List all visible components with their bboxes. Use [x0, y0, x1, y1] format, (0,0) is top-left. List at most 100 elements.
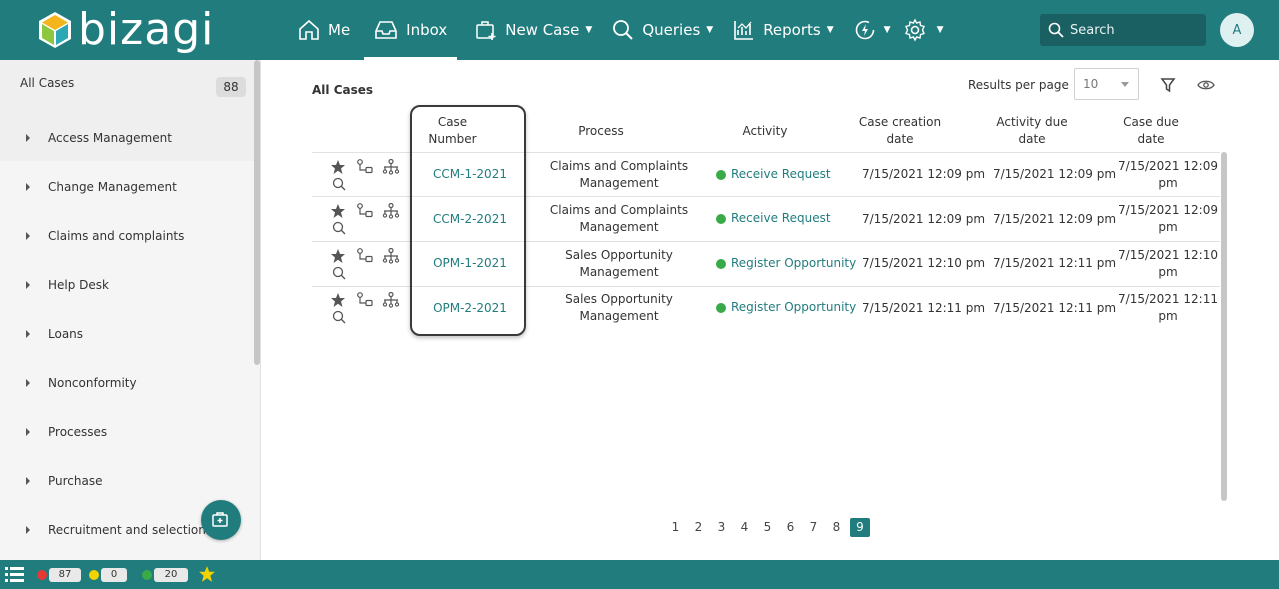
search-icon[interactable]	[332, 221, 346, 235]
page-link[interactable]: 7	[802, 518, 825, 537]
creation-date-cell: 7/15/2021 12:11 pm	[862, 301, 986, 315]
new-case-icon	[476, 21, 496, 40]
status-dot	[716, 213, 726, 224]
activity-label: Receive Request	[731, 167, 831, 181]
workflow-icon[interactable]	[356, 248, 374, 264]
sidebar-item-label: Help Desk	[48, 277, 109, 292]
case-due-cell: 7/15/2021 12:10 pm	[1118, 247, 1218, 281]
nav-reports[interactable]: Reports ▼	[723, 0, 843, 60]
search-icon[interactable]	[332, 310, 346, 324]
search-box[interactable]	[1040, 14, 1206, 46]
caret-right-icon	[26, 133, 30, 142]
chart-icon	[734, 21, 754, 40]
creation-date-cell: 7/15/2021 12:09 pm	[862, 167, 986, 181]
status-dot	[716, 302, 726, 313]
table-scrollbar[interactable]	[1221, 152, 1227, 501]
sidebar-item-access-management[interactable]: Access Management	[0, 113, 254, 162]
nav-activity[interactable]: ▼	[844, 0, 901, 60]
process-map-icon[interactable]	[382, 248, 400, 264]
workflow-icon[interactable]	[356, 159, 374, 175]
nav-me[interactable]: Me	[288, 0, 360, 60]
sidebar-item-nonconformity[interactable]: Nonconformity	[0, 358, 254, 407]
creation-date-cell: 7/15/2021 12:10 pm	[862, 256, 986, 270]
sidebar-scrollbar[interactable]	[254, 60, 260, 365]
row-actions	[330, 292, 410, 328]
status-dot	[716, 169, 726, 180]
logo[interactable]: bizagi	[38, 6, 214, 54]
nav-reports-label: Reports	[763, 21, 821, 39]
sidebar-item-processes[interactable]: Processes	[0, 407, 254, 456]
star-icon[interactable]	[330, 159, 346, 175]
activity-link[interactable]: Register Opportunity	[716, 299, 856, 316]
workflow-icon[interactable]	[356, 292, 374, 308]
sidebar-item-claims-and-complaints[interactable]: Claims and complaints	[0, 211, 254, 260]
star-icon[interactable]	[330, 248, 346, 264]
results-per-page-select[interactable]: 10	[1074, 68, 1139, 100]
eye-icon[interactable]	[1197, 78, 1215, 92]
sidebar-item-purchase[interactable]: Purchase	[0, 456, 254, 505]
sidebar-item-loans[interactable]: Loans	[0, 309, 254, 358]
column-header-activity[interactable]: Activity	[725, 123, 805, 140]
page-link[interactable]: 3	[710, 518, 733, 537]
sidebar-item-help-desk[interactable]: Help Desk	[0, 260, 254, 309]
page-link[interactable]: 4	[733, 518, 756, 537]
column-header-activity-due-date[interactable]: Activity due date	[987, 114, 1077, 148]
case-due-cell: 7/15/2021 12:09 pm	[1118, 158, 1218, 192]
process-line: Claims and Complaints	[549, 203, 689, 217]
search-icon[interactable]	[332, 177, 346, 191]
new-case-fab[interactable]	[201, 500, 241, 540]
search-icon[interactable]	[332, 266, 346, 280]
process-line: Sales Opportunity	[565, 248, 673, 262]
page-link[interactable]: 1	[664, 518, 687, 537]
list-menu-icon[interactable]	[5, 566, 25, 584]
page-link[interactable]: 8	[825, 518, 848, 537]
activity-link[interactable]: Receive Request	[716, 210, 831, 227]
filter-icon[interactable]	[1160, 77, 1176, 93]
activity-label: Register Opportunity	[731, 300, 857, 314]
process-map-icon[interactable]	[382, 159, 400, 175]
process-line: Management	[579, 176, 659, 190]
caret-right-icon	[26, 329, 30, 338]
nav-inbox[interactable]: Inbox	[364, 0, 458, 60]
due-soon-badge[interactable]: 0	[89, 567, 127, 582]
sidebar-item-label: Change Management	[48, 179, 177, 194]
process-cell: Claims and Complaints Management	[540, 202, 698, 236]
star-icon[interactable]	[330, 203, 346, 219]
activity-link[interactable]: Register Opportunity	[716, 255, 856, 272]
activity-link[interactable]: Receive Request	[716, 166, 831, 183]
case-number-highlight-box	[410, 105, 526, 336]
row-actions	[330, 159, 410, 195]
page-link[interactable]: 5	[756, 518, 779, 537]
column-header-process[interactable]: Process	[560, 123, 642, 140]
green-status-dot	[142, 569, 152, 580]
page-link[interactable]: 2	[687, 518, 710, 537]
star-icon[interactable]	[330, 292, 346, 308]
overdue-badge[interactable]: 87	[37, 567, 81, 582]
case-due-line: pm	[1158, 220, 1178, 234]
home-icon	[299, 19, 319, 40]
caret-right-icon	[26, 476, 30, 485]
column-header-case-due-date[interactable]: Case due date	[1110, 114, 1192, 148]
page-link[interactable]: 6	[779, 518, 802, 537]
page-link-current[interactable]: 9	[850, 518, 870, 537]
nav-me-label: Me	[328, 21, 351, 39]
logo-cube-icon	[39, 12, 71, 48]
on-time-count: 20	[154, 567, 188, 582]
avatar[interactable]: A	[1220, 13, 1254, 47]
nav-new-case-label: New Case	[505, 21, 580, 39]
sidebar-item-change-management[interactable]: Change Management	[0, 162, 254, 211]
red-status-dot	[37, 569, 47, 580]
nav-new-case[interactable]: New Case ▼	[465, 0, 602, 60]
on-time-badge[interactable]: 20	[142, 567, 188, 582]
chevron-down-icon: ▼	[883, 25, 891, 35]
workflow-icon[interactable]	[356, 203, 374, 219]
star-icon[interactable]	[198, 565, 216, 583]
overdue-count: 87	[49, 567, 81, 582]
nav-queries[interactable]: Queries ▼	[602, 0, 723, 60]
search-input[interactable]	[1070, 22, 1190, 38]
caret-right-icon	[26, 280, 30, 289]
nav-settings[interactable]: ▼	[901, 0, 954, 60]
column-header-creation-date[interactable]: Case creation date	[855, 114, 945, 148]
process-map-icon[interactable]	[382, 292, 400, 308]
process-map-icon[interactable]	[382, 203, 400, 219]
